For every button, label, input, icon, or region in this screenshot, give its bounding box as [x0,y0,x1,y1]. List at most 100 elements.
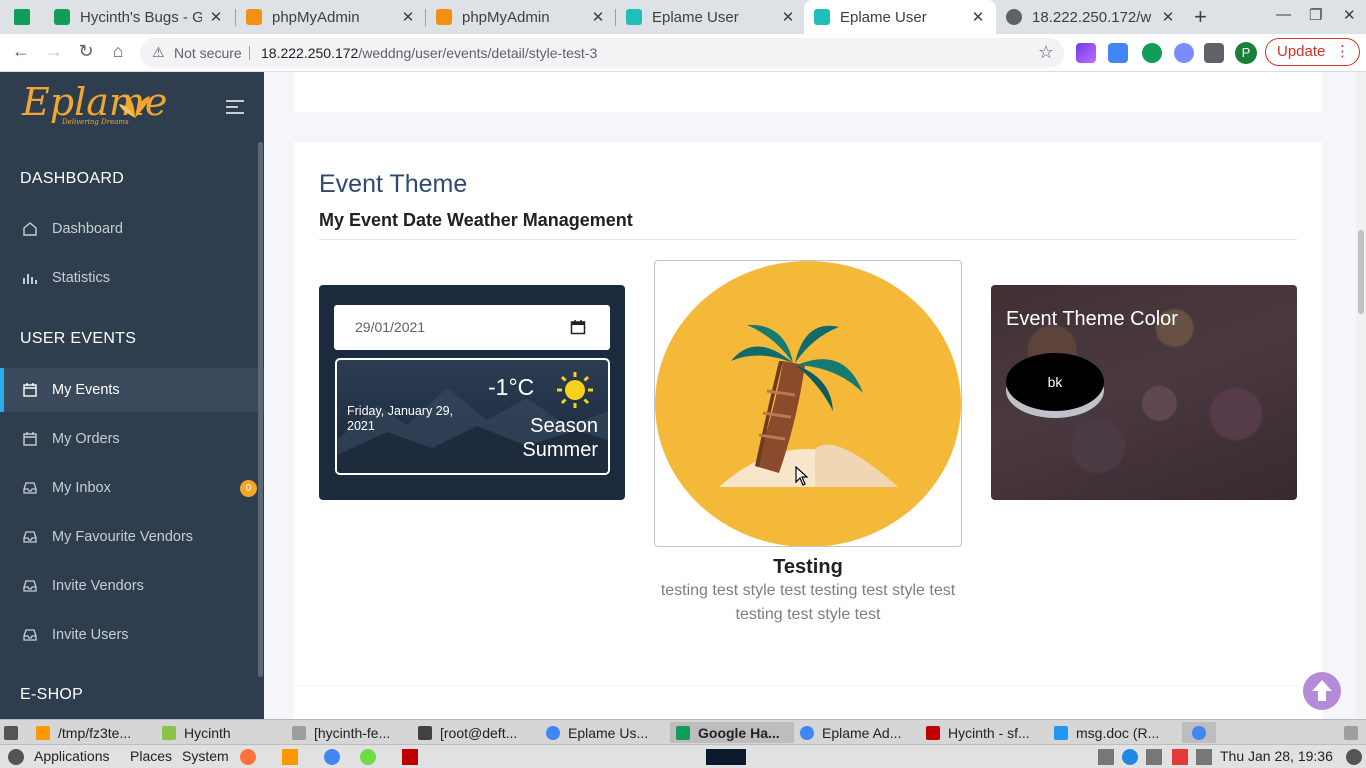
omnibox-divider [249,46,250,60]
window-label: [hycinth-fe... [314,724,391,741]
sidebar-item-statistics[interactable]: Statistics [0,256,264,300]
volume-icon[interactable] [1196,749,1212,765]
translate-extension-icon[interactable] [1108,43,1128,63]
security-label[interactable]: Not secure [174,45,242,61]
taskbar-window-6[interactable]: Google Ha... [670,722,794,743]
power-icon[interactable] [1346,749,1362,765]
tab-hycinth-bugs[interactable]: Hycinth's Bugs - Go ✕ [44,0,234,34]
filezilla-icon [926,725,940,740]
system-menu[interactable]: System [182,748,229,764]
minimize-icon[interactable]: — [1276,6,1291,23]
taskbar-window-8[interactable]: Hycinth - sf... [926,722,1048,743]
bookmark-star-icon[interactable]: ☆ [1038,42,1054,63]
sheets-icon [54,9,70,25]
update-button[interactable]: Update ⋮ [1265,38,1360,66]
teamviewer-icon[interactable] [1122,749,1138,765]
sidebar-item-my-favourite-vendors[interactable]: My Favourite Vendors [0,515,264,559]
maximize-icon[interactable]: ❐ [1309,6,1322,24]
filezilla-launcher-icon[interactable] [402,749,418,765]
kebab-menu-icon[interactable]: ⋮ [1335,39,1350,65]
close-icon[interactable]: ✕ [780,8,796,26]
show-desktop-icon[interactable] [4,722,18,743]
event-date-input[interactable]: 29/01/2021 [334,305,610,350]
reload-icon[interactable]: ↻ [75,41,97,62]
sheets-app-icon[interactable] [14,9,30,25]
theme-image[interactable] [654,260,962,547]
calendar-picker-icon[interactable] [570,319,586,335]
sidebar-item-my-inbox[interactable]: My Inbox [0,466,264,510]
event-date-value: 29/01/2021 [355,319,426,335]
extensions-puzzle-icon[interactable] [1204,43,1224,63]
bluetooth-icon[interactable] [1098,749,1114,765]
terminal-icon [418,725,432,740]
distro-logo-icon[interactable] [8,749,24,765]
page-scrollbar[interactable] [1356,72,1366,719]
taskbar-window-9[interactable]: msg.doc (R... [1054,722,1176,743]
close-icon[interactable]: ✕ [970,8,986,26]
color-swatch[interactable]: bk [1006,353,1104,411]
close-icon[interactable]: ✕ [1160,8,1176,26]
sidebar-item-label: My Favourite Vendors [52,529,194,545]
grammarly-extension-icon[interactable] [1142,43,1162,63]
phpmyadmin-icon [436,9,452,25]
clock[interactable]: Thu Jan 28, 19:36 [1220,748,1333,764]
inbox-icon [23,580,37,592]
taskbar-window-2[interactable]: Hycinth [162,722,290,743]
warning-icon[interactable]: ⚠ [152,44,165,61]
sidebar-item-invite-vendors[interactable]: Invite Vendors [0,564,264,608]
sidebar: Eplame Delivering Dreams DASHBOARD Dashb… [0,72,264,719]
system-monitor-graph[interactable] [706,749,746,765]
applications-menu[interactable]: Applications [34,748,110,764]
sublime-launcher-icon[interactable] [282,749,298,765]
palm-island-icon [655,261,961,546]
weather-extension-icon[interactable] [1174,43,1194,63]
network-icon[interactable] [1146,749,1162,765]
page-scrollbar-thumb[interactable] [1358,230,1364,314]
upwork-launcher-icon[interactable] [360,749,376,765]
close-icon[interactable]: ✕ [590,8,606,26]
sidebar-item-label: Dashboard [52,221,123,237]
chrome-launcher-icon[interactable] [324,749,340,765]
url-text[interactable]: 18.222.250.172/weddng/user/events/detail… [261,45,597,61]
taskbar-window-7[interactable]: Eplame Ad... [800,722,920,743]
new-tab-button[interactable]: + [1194,4,1207,30]
sidebar-item-my-orders[interactable]: My Orders [0,417,264,461]
sidebar-item-my-events[interactable]: My Events [0,368,264,412]
window-label: msg.doc (R... [1076,724,1160,741]
taskbar-window-10[interactable] [1182,722,1216,743]
back-icon[interactable]: ← [10,41,32,62]
tab-eplame-user-2[interactable]: Eplame User ✕ [804,0,996,34]
anydesk-icon[interactable] [1172,749,1188,765]
sidebar-scrollbar[interactable] [258,142,263,677]
address-bar[interactable]: ⚠ Not secure 18.222.250.172/weddng/user/… [140,38,1064,68]
taskbar-window-5[interactable]: Eplame Us... [546,722,662,743]
calendar-icon [23,383,37,397]
close-icon[interactable]: ✕ [400,8,416,26]
tab-phpmyadmin-2[interactable]: phpMyAdmin ✕ [426,0,616,34]
firefox-launcher-icon[interactable] [240,749,256,765]
tab-ip-address[interactable]: 18.222.250.172/w ✕ [996,0,1186,34]
sidebar-item-invite-users[interactable]: Invite Users [0,613,264,657]
window-close-icon[interactable]: ✕ [1343,6,1356,24]
places-menu[interactable]: Places [130,748,172,764]
scroll-to-top-button[interactable] [1303,672,1341,710]
taskbar-window-3[interactable]: [hycinth-fe... [292,722,412,743]
home-icon[interactable]: ⌂ [107,41,129,62]
brand-logo[interactable]: Eplame Delivering Dreams [0,72,264,142]
leaf-logo-icon [119,94,150,118]
season-value: Summer [522,439,598,461]
taskbar-window-1[interactable]: /tmp/fz3te... [36,722,156,743]
tab-eplame-user-1[interactable]: Eplame User ✕ [616,0,806,34]
sidebar-item-dashboard[interactable]: Dashboard [0,207,264,251]
calendar-icon [23,432,37,446]
pen-extension-icon[interactable] [1076,43,1096,63]
tab-phpmyadmin-1[interactable]: phpMyAdmin ✕ [236,0,426,34]
url-host: 18.222.250.172 [261,45,359,61]
trash-icon[interactable] [1344,722,1360,743]
close-icon[interactable]: ✕ [208,8,224,26]
taskbar-window-4[interactable]: [root@deft... [418,722,540,743]
forward-icon[interactable]: → [43,41,65,62]
profile-avatar[interactable]: P [1235,42,1257,64]
menu-toggle-icon[interactable] [226,100,244,114]
sidebar-item-label: Invite Vendors [52,578,144,594]
